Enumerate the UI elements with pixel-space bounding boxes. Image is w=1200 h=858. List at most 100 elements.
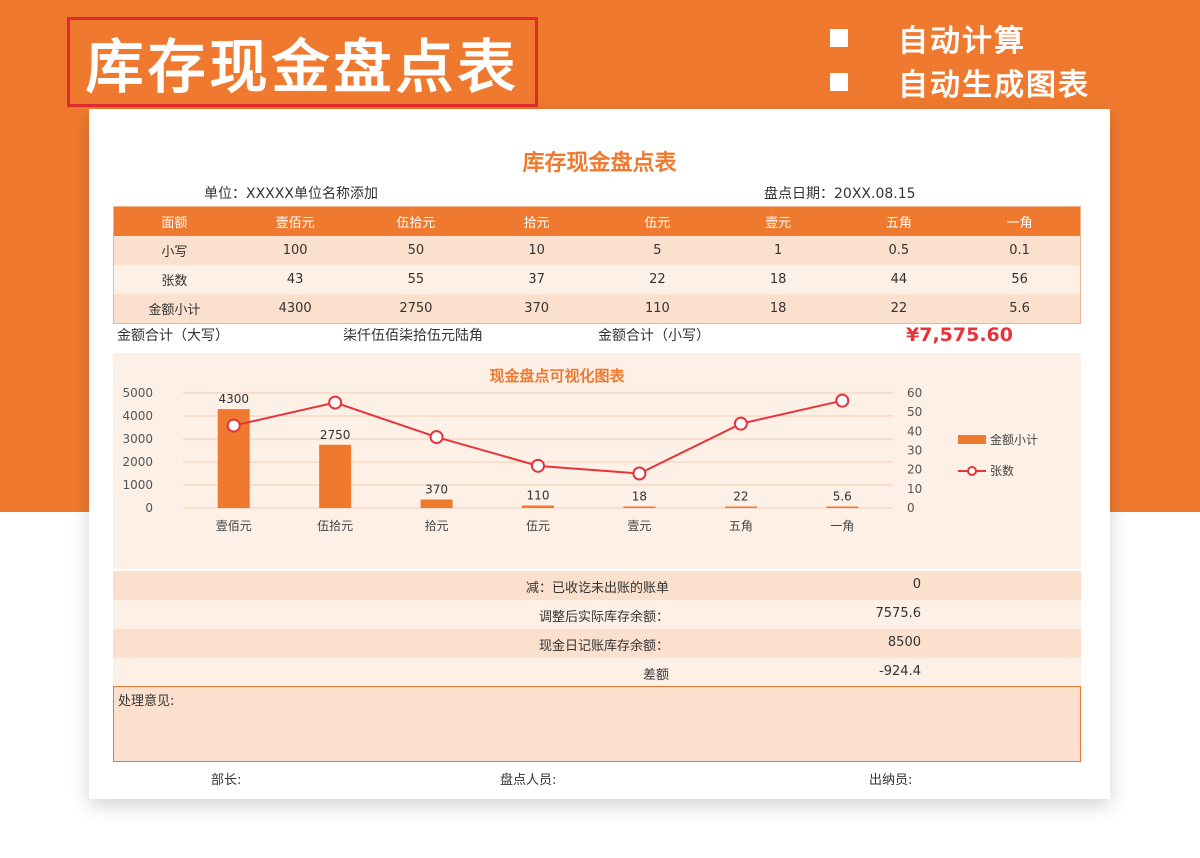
spreadsheet-preview: 库存现金盘点表 单位：XXXXX单位名称添加 盘点日期：20XX.08.15 面… [89,109,1110,799]
table-cell: 4300 [278,301,312,316]
table-cell: 张数 [161,274,188,289]
y-left-tick-label: 3000 [122,432,153,446]
table-cell: 18 [769,301,787,316]
table-cell: 0.5 [888,243,910,258]
header-cell: 拾元 [523,216,550,231]
bar-data-label: 4300 [218,392,249,406]
table-cell: 5 [653,243,662,258]
reconciliation-value: 7575.6 [875,606,922,621]
header-cell: 伍拾元 [396,216,436,231]
table-row: 金额小计 4300 2750 370 110 18 22 5.6 [114,294,1080,323]
y-left-tick-label: 5000 [122,386,153,400]
table-header-row: 面额 壹佰元 伍拾元 拾元 伍元 壹元 五角 一角 [114,207,1080,236]
header-cell: 面额 [161,216,188,231]
total-summary-row: 金额合计（大写） 柒仟伍佰柒拾伍元陆角 金额合计（小写） ¥7,575.60 [113,321,1081,349]
denomination-table: 面额 壹佰元 伍拾元 拾元 伍元 壹元 五角 一角 小写 100 50 10 5… [113,206,1081,324]
reconciliation-rows: 减：已收讫未出账的账单 0 调整后实际库存余额： 7575.6 现金日记账库存余… [113,571,1081,687]
reconciliation-value: -924.4 [879,664,921,679]
banner-title-box: 库存现金盘点表 [67,17,538,107]
x-tick-label: 伍拾元 [317,518,353,533]
total-upper-value: 柒仟伍佰柒拾伍元陆角 [343,328,483,344]
table-cell: 55 [407,272,425,287]
bar [826,506,859,508]
table-cell: 44 [890,272,908,287]
table-cell: 370 [524,301,550,316]
table-cell: 0.1 [1009,243,1030,258]
signature-cashier: 出纳员: [869,773,913,788]
reconciliation-label: 差额 [642,668,669,683]
y-right-tick-label: 50 [907,405,922,419]
y-left-tick-label: 2000 [122,455,153,469]
bar [724,506,757,508]
bar [623,506,656,508]
header-cell: 一角 [1006,216,1033,231]
reconciliation-value: 8500 [887,635,921,650]
reconciliation-label: 减：已收讫未出账的账单 [525,581,669,596]
bar-data-label: 22 [733,490,748,504]
bullet-square-icon [830,29,848,47]
opinion-label: 处理意见: [118,694,175,709]
reconciliation-row: 差额 -924.4 [113,658,1081,687]
line-point [632,466,647,481]
line-point [531,458,545,473]
y-right-tick-label: 40 [907,424,922,438]
feature-list: 自动计算 自动生成图表 [830,16,1090,104]
header-cell: 五角 [885,216,912,231]
reconciliation-row: 减：已收讫未出账的账单 0 [113,571,1081,600]
y-right-tick-label: 60 [907,386,922,400]
bullet-square-icon [830,73,848,91]
line-point [835,393,850,408]
feature-label: 自动生成图表 [898,68,1090,103]
bar-data-label: 18 [632,490,647,504]
legend-bar-label: 金额小计 [990,432,1038,447]
y-left-tick-label: 1000 [122,478,153,492]
x-tick-label: 伍元 [526,519,550,533]
table-cell: 10 [528,243,545,258]
x-tick-label: 五角 [729,519,753,533]
y-right-tick-label: 0 [907,501,915,515]
table-cell: 18 [769,272,787,287]
sheet-title: 库存现金盘点表 [522,151,677,176]
bar-data-label: 2750 [320,428,351,442]
line-point [226,418,241,433]
feature-label: 自动计算 [898,24,1026,59]
table-cell: 50 [407,243,425,258]
total-lower-value: ¥7,575.60 [906,324,1013,346]
line-point [429,430,444,445]
bar-data-label: 5.6 [833,490,852,504]
y-left-tick-label: 4000 [122,409,153,423]
table-cell: 小写 [161,245,188,260]
total-lower-label: 金额合计（小写） [598,328,710,344]
opinion-box: 处理意见: [113,686,1081,762]
total-upper-label: 金额合计（大写） [117,328,229,344]
header-cell: 壹元 [765,216,792,231]
bar [319,444,352,508]
x-tick-label: 一角 [830,519,854,533]
x-tick-label: 壹元 [627,519,651,533]
bar-data-label: 110 [527,488,550,502]
y-right-tick-label: 20 [907,463,922,477]
y-left-tick-label: 0 [145,501,153,515]
reconciliation-label: 现金日记账库存余额： [538,639,669,654]
reconciliation-row: 调整后实际库存余额： 7575.6 [113,600,1081,629]
header-cell: 伍元 [644,216,671,231]
y-right-tick-label: 10 [907,482,922,496]
signature-head: 部长: [211,773,242,788]
chart-svg: 现金盘点可视化图表 0 1000 2000 3000 4000 5000 0 10 20 30 40 5… [122,367,1038,533]
bar-data-label: 370 [425,482,448,496]
table-row: 小写 100 50 10 5 1 0.5 0.1 [114,236,1080,265]
cash-chart: 现金盘点可视化图表 0 1000 2000 3000 4000 5000 0 10 20 30 40 5… [113,353,1081,569]
reconciliation-value: 0 [912,577,921,592]
x-tick-label: 拾元 [425,518,449,533]
line-point [733,416,748,431]
header-cell: 壹佰元 [275,216,315,231]
table-cell: 43 [286,272,304,287]
feature-item: 自动生成图表 [830,60,1090,104]
table-cell: 22 [649,272,666,287]
bar [522,505,554,508]
line-point [328,395,343,410]
signature-counter: 盘点人员: [500,773,557,788]
bar [420,499,453,508]
date-label: 盘点日期：20XX.08.15 [764,186,916,202]
table-cell: 金额小计 [148,303,201,318]
